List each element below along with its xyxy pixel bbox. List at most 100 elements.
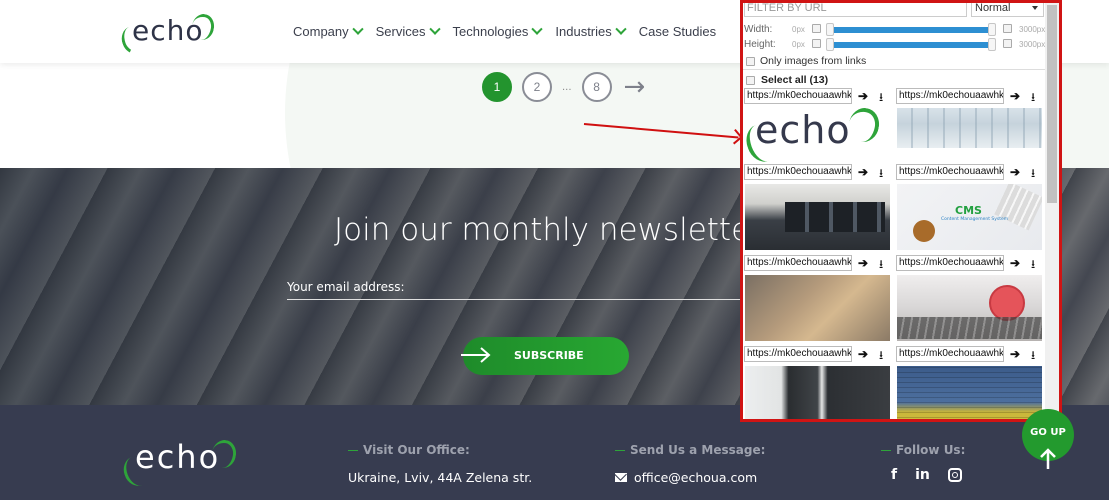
newsletter-title: Join our monthly newsletter (334, 212, 763, 248)
width-min-checkbox[interactable] (812, 24, 821, 33)
image-thumbnail[interactable] (745, 184, 890, 250)
image-url-field[interactable]: https://mk0echouaawhk (896, 346, 1004, 362)
pagination: 1 2 ... 8 → (482, 72, 645, 102)
open-arrow-icon[interactable]: ➔ (1010, 347, 1020, 361)
nav-label: Services (375, 24, 426, 39)
open-arrow-icon[interactable]: ➔ (858, 89, 868, 103)
email-link[interactable]: office@echoua.com (615, 470, 765, 485)
pagination-ellipsis: ... (562, 81, 572, 93)
logo-arc-right (846, 108, 882, 145)
subscribe-button[interactable]: SUBSCRIBE (461, 337, 629, 375)
image-thumbnail[interactable] (897, 366, 1042, 419)
popup-content: FILTER BY URL Normal Width: 0px 3000px H… (743, 3, 1048, 419)
echo-logo[interactable]: echo (117, 12, 217, 58)
image-url-field[interactable]: https://mk0echouaawhk (896, 88, 1004, 104)
dropdown-arrow-icon (1032, 6, 1038, 10)
download-icon[interactable]: ⭳ (879, 255, 883, 276)
instagram-icon[interactable] (947, 468, 962, 482)
download-icon[interactable]: ⭳ (879, 164, 883, 185)
image-url-field[interactable]: https://mk0echouaawhk (744, 164, 852, 180)
download-icon[interactable]: ⭳ (879, 346, 883, 367)
width-label: Width: (744, 24, 773, 35)
open-arrow-icon[interactable]: ➔ (1010, 256, 1020, 270)
image-url-field[interactable]: https://mk0echouaawhk (744, 255, 852, 271)
message-heading: Send Us a Message: (615, 443, 765, 457)
height-max-checkbox[interactable] (1003, 39, 1012, 48)
only-links-option[interactable]: Only images from links (746, 55, 866, 67)
nav-label: Industries (555, 24, 612, 39)
image-thumbnail[interactable] (745, 366, 890, 419)
arrow-right-icon[interactable]: → (624, 74, 646, 100)
download-icon[interactable]: ⭳ (1031, 88, 1035, 109)
open-arrow-icon[interactable]: ➔ (858, 256, 868, 270)
arrow-right-icon (461, 347, 491, 363)
envelope-icon (615, 473, 627, 482)
office-heading: Visit Our Office: (348, 443, 532, 457)
width-max-checkbox[interactable] (1003, 24, 1012, 33)
open-arrow-icon[interactable]: ➔ (858, 347, 868, 361)
scrollbar-thumb[interactable] (1047, 5, 1057, 203)
image-url-field[interactable]: https://mk0echouaawhk (896, 164, 1004, 180)
nav-label: Case Studies (638, 24, 717, 39)
width-slider-track[interactable] (829, 27, 991, 33)
download-icon[interactable]: ⭳ (879, 88, 883, 109)
nav-technologies[interactable]: Technologies (453, 23, 544, 39)
open-arrow-icon[interactable]: ➔ (1010, 89, 1020, 103)
width-max-handle[interactable] (988, 23, 996, 36)
width-min-handle[interactable] (826, 23, 834, 36)
open-arrow-icon[interactable]: ➔ (858, 165, 868, 179)
image-thumbnail[interactable] (897, 108, 1042, 148)
image-thumbnail[interactable] (745, 275, 890, 341)
image-url-field[interactable]: https://mk0echouaawhk (896, 255, 1004, 271)
nav-case-studies[interactable]: Case Studies (639, 24, 716, 39)
dash-decoration (615, 449, 625, 451)
height-max-handle[interactable] (988, 38, 996, 51)
min-label: 0px (792, 25, 805, 34)
image-thumbnail[interactable] (897, 275, 1042, 341)
email-text: office@echoua.com (634, 470, 758, 485)
main-nav: Company Services Technologies Industries… (293, 23, 716, 39)
height-slider-track[interactable] (829, 42, 991, 48)
image-url-field[interactable]: https://mk0echouaawhk (744, 88, 852, 104)
image-url-field[interactable]: https://mk0echouaawhk (744, 346, 852, 362)
page-8-button[interactable]: 8 (581, 72, 612, 102)
go-up-button[interactable]: GO UP (1022, 409, 1074, 469)
divider (743, 69, 1046, 70)
download-icon[interactable]: ⭳ (1031, 255, 1035, 276)
open-arrow-icon[interactable]: ➔ (1010, 165, 1020, 179)
go-up-label: GO UP (1030, 427, 1066, 438)
nav-company[interactable]: Company (293, 23, 364, 39)
facebook-icon[interactable]: f (891, 467, 897, 483)
footer-follow: Follow Us: f in (881, 443, 965, 483)
cms-subtitle: Content Management System (941, 217, 1009, 222)
filter-mode-select[interactable]: Normal (971, 3, 1044, 17)
cms-title: CMS (955, 204, 982, 217)
email-input[interactable]: Your email address: (287, 276, 742, 300)
chevron-down-icon (351, 23, 364, 35)
only-links-checkbox[interactable] (746, 56, 755, 66)
select-all-checkbox[interactable] (746, 75, 755, 85)
select-all-option[interactable]: Select all (13) (746, 74, 828, 86)
page-2-button[interactable]: 2 (522, 72, 552, 102)
download-icon[interactable]: ⭳ (1031, 164, 1035, 185)
heading-text: Send Us a Message: (630, 443, 766, 457)
footer-logo[interactable]: echo (119, 438, 239, 490)
download-icon[interactable]: ⭳ (1031, 346, 1035, 367)
linkedin-icon[interactable]: in (915, 467, 930, 483)
height-min-handle[interactable] (826, 38, 834, 51)
footer-message: Send Us a Message: office@echoua.com (615, 443, 765, 485)
nav-industries[interactable]: Industries (555, 23, 627, 39)
page-1-button[interactable]: 1 (482, 72, 512, 102)
dash-decoration (881, 449, 891, 451)
nav-services[interactable]: Services (375, 23, 441, 39)
social-links: f in (891, 467, 965, 483)
max-label: 3000px (1019, 40, 1046, 49)
image-thumbnail[interactable]: CMS Content Management System (897, 184, 1042, 250)
coffee-graphic (913, 220, 935, 242)
height-min-checkbox[interactable] (812, 39, 821, 48)
popup-scrollbar[interactable] (1045, 3, 1059, 419)
filter-url-input[interactable]: FILTER BY URL (744, 3, 967, 17)
chevron-down-icon (428, 23, 441, 35)
office-address: Ukraine, Lviv, 44A Zelena str. (348, 470, 533, 485)
heading-text: Follow Us: (896, 443, 966, 457)
